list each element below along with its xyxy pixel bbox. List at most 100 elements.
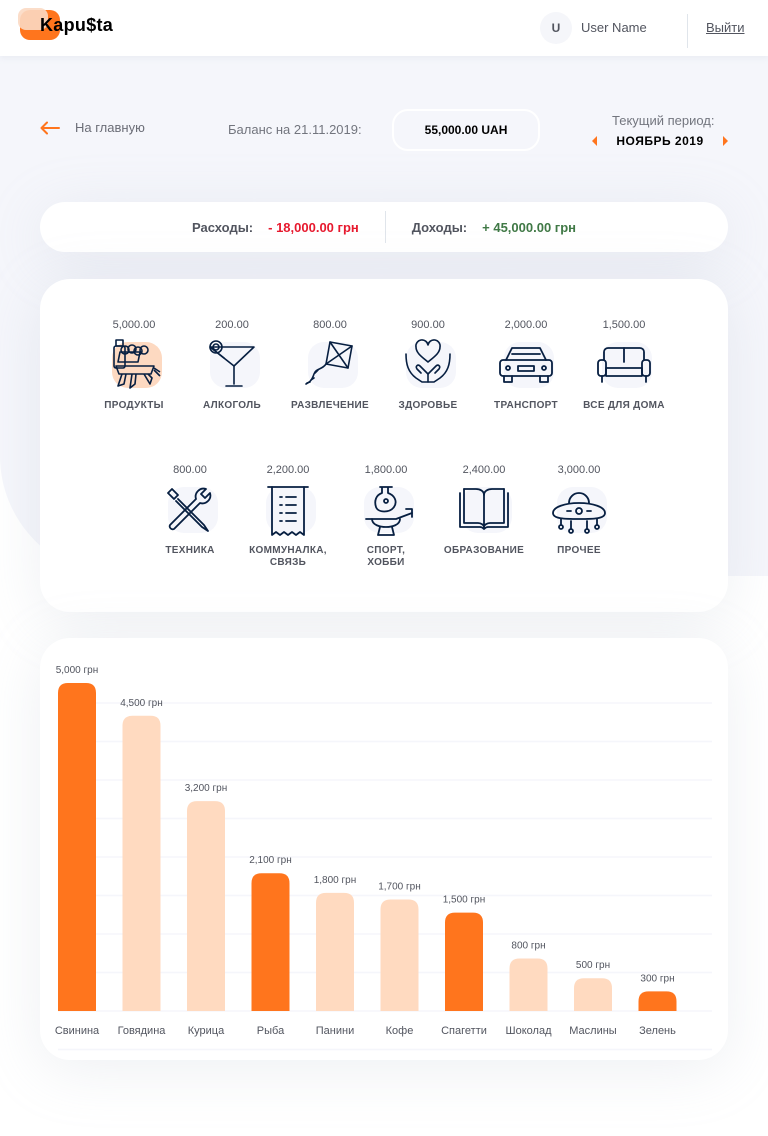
- category-amount: 2,000.00: [504, 319, 548, 331]
- category-sport[interactable]: 1,800.00 СПОРТ, ХОББИ: [337, 463, 435, 569]
- bar-value-label: 1,700 грн: [378, 881, 421, 892]
- summary-divider: [384, 211, 386, 243]
- bar-8[interactable]: [574, 978, 612, 1011]
- logo[interactable]: Kapu$ta: [18, 8, 120, 44]
- chart-card: 5,000 грн Свинина 4,500 грн Говядина 3,200 г…: [40, 638, 728, 1060]
- bar-3[interactable]: [251, 873, 290, 1011]
- bar-9[interactable]: [638, 991, 677, 1011]
- category-name: АЛКОГОЛЬ: [203, 400, 261, 411]
- category-transport[interactable]: 2,000.00 ТРАНСПОРТ: [477, 318, 575, 412]
- category-name: КОММУНАЛКА, СВЯЗЬ: [239, 545, 337, 569]
- category-appliances[interactable]: 800.00 ТЕХНИКА: [141, 463, 239, 557]
- category-amount: 5,000.00: [112, 319, 156, 331]
- category-other[interactable]: 3,000.00 ПРОЧЕЕ: [530, 463, 628, 557]
- period-switcher: НОЯБРЬ 2019: [592, 133, 728, 149]
- category-entertainment[interactable]: 800.00 РАЗВЛЕЧЕНИЕ: [281, 318, 379, 412]
- category-tick-label: Шоколад: [506, 1025, 553, 1037]
- header-divider: [687, 14, 688, 48]
- category-amount: 900.00: [411, 319, 445, 331]
- avatar[interactable]: U: [540, 12, 572, 44]
- category-name-line: СПОРТ,: [366, 545, 406, 556]
- bar-value-label: 300 грн: [640, 973, 674, 984]
- income-label: Доходы:: [411, 219, 468, 235]
- category-tick-label: Спагетти: [441, 1025, 487, 1037]
- back-label: На главную: [75, 120, 145, 135]
- category-amount: 2,400.00: [462, 464, 506, 476]
- category-amount: 3,000.00: [557, 464, 601, 476]
- bar-5[interactable]: [380, 899, 419, 1011]
- period-prev-icon[interactable]: [592, 136, 597, 146]
- category-amount: 200.00: [215, 319, 249, 331]
- logo-text: Kapu$ta: [40, 15, 114, 35]
- category-name: ТРАНСПОРТ: [494, 400, 558, 411]
- bar-value-label: 800 грн: [511, 941, 545, 952]
- category-name: ЗДОРОВЬЕ: [398, 400, 458, 411]
- arrow-left-icon: [40, 121, 60, 134]
- expenses-summary: Расходы: - 18,000.00 грн: [192, 220, 359, 235]
- income-summary: Доходы: + 45,000.00 грн: [412, 220, 576, 235]
- category-tick-label: Маслины: [569, 1025, 617, 1037]
- period-label: Текущий период:: [612, 113, 715, 128]
- expense-bar-chart: 5,000 грн Свинина 4,500 грн Говядина 3,200 г…: [55, 665, 712, 1051]
- bar-value-label: 2,100 грн: [249, 855, 292, 866]
- category-education[interactable]: 2,400.00 ОБРАЗОВАНИЕ: [435, 463, 533, 557]
- category-alcohol[interactable]: 200.00 АЛКОГОЛЬ: [183, 318, 281, 412]
- period-next-icon[interactable]: [723, 136, 728, 146]
- health-hands-icon: [398, 338, 458, 394]
- category-tick-label: Говядина: [118, 1025, 167, 1037]
- kite-icon: [300, 338, 360, 394]
- balance-value: 55,000.00 UAH: [392, 109, 540, 151]
- tools-icon: [160, 483, 220, 539]
- sofa-icon: [594, 338, 654, 394]
- bar-7[interactable]: [509, 958, 548, 1011]
- category-name-line: СВЯЗЬ: [269, 557, 307, 568]
- categories-card: 5,000.00 ПРОДУКТЫ 200.00 АЛКОГОЛЬ 800.00: [40, 279, 728, 612]
- period-value: НОЯБРЬ 2019: [616, 134, 704, 148]
- category-tick-label: Рыба: [257, 1025, 285, 1037]
- category-groceries[interactable]: 5,000.00 ПРОДУКТЫ: [85, 318, 183, 412]
- category-name: СПОРТ, ХОББИ: [337, 545, 435, 569]
- logout-link[interactable]: Выйти: [706, 20, 745, 35]
- category-health[interactable]: 900.00 ЗДОРОВЬЕ: [379, 318, 477, 412]
- receipt-icon: [258, 483, 318, 539]
- category-name: ТЕХНИКА: [165, 545, 215, 556]
- back-to-home-link[interactable]: На главную: [40, 120, 145, 135]
- income-value: + 45,000.00 грн: [482, 219, 576, 235]
- category-amount: 800.00: [173, 464, 207, 476]
- category-name: ПРОЧЕЕ: [557, 545, 601, 556]
- bar-value-label: 4,500 грн: [120, 698, 163, 709]
- summary-bar: Расходы: - 18,000.00 грн Доходы: + 45,00…: [40, 202, 728, 252]
- category-name: РАЗВЛЕЧЕНИЕ: [290, 400, 369, 411]
- category-amount: 1,500.00: [602, 319, 646, 331]
- bar-1[interactable]: [122, 715, 161, 1011]
- car-icon: [496, 338, 556, 394]
- category-amount: 1,800.00: [364, 464, 408, 476]
- category-tick-label: Панини: [316, 1025, 354, 1037]
- category-tick-label: Кофе: [386, 1025, 414, 1037]
- bar-0[interactable]: [58, 683, 96, 1011]
- category-tick-label: Зелень: [639, 1025, 676, 1037]
- bar-4[interactable]: [316, 892, 354, 1011]
- bar-value-label: 500 грн: [576, 960, 610, 971]
- bar-value-label: 5,000 грн: [56, 665, 99, 676]
- bar-value-label: 3,200 грн: [185, 783, 228, 794]
- app-header: Kapu$ta U User Name Выйти: [0, 0, 768, 56]
- bar-2[interactable]: [187, 801, 225, 1011]
- groceries-icon: [104, 338, 164, 394]
- expenses-value: - 18,000.00 грн: [268, 219, 359, 235]
- user-name: User Name: [581, 20, 647, 35]
- category-name: ОБРАЗОВАНИЕ: [443, 545, 525, 556]
- bar-value-label: 1,800 грн: [314, 875, 357, 886]
- bar-value-label: 1,500 грн: [443, 895, 486, 906]
- category-amount: 800.00: [313, 319, 347, 331]
- balance-label: Баланс на 21.11.2019:: [228, 122, 362, 137]
- category-home[interactable]: 1,500.00 ВСЕ ДЛЯ ДОМА: [575, 318, 673, 412]
- expenses-label: Расходы:: [191, 219, 254, 235]
- cocktail-icon: [202, 338, 262, 394]
- category-name: ПРОДУКТЫ: [104, 400, 164, 411]
- category-name: ВСЕ ДЛЯ ДОМА: [583, 400, 665, 411]
- bar-6[interactable]: [445, 912, 483, 1011]
- category-utilities[interactable]: 2,200.00 КОММУНАЛКА, СВЯЗЬ: [239, 463, 337, 569]
- book-icon: [454, 483, 514, 539]
- category-amount: 2,200.00: [266, 464, 310, 476]
